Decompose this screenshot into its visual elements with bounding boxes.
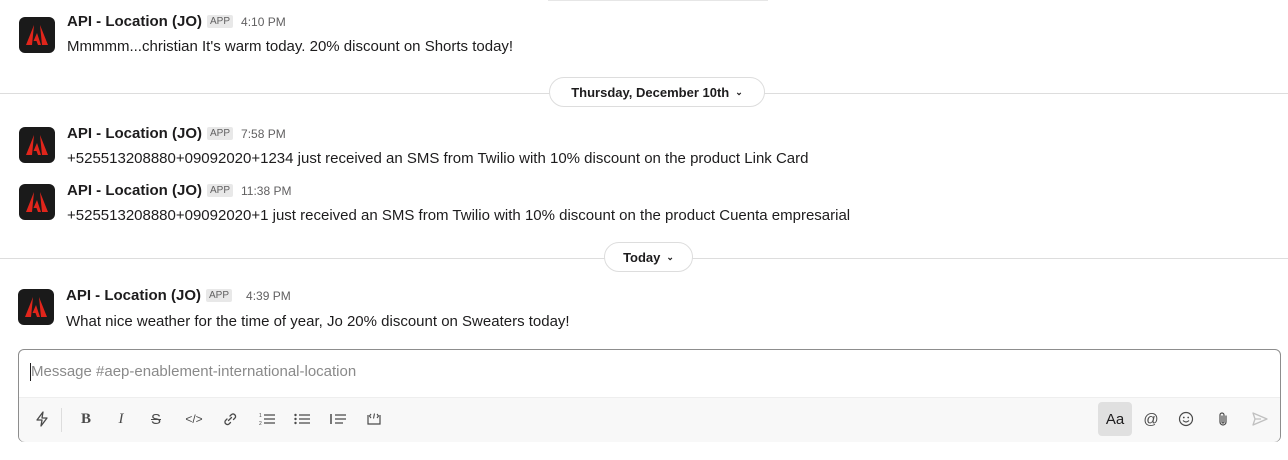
date-divider-button[interactable]: Today ⌄ [604,242,693,272]
sender-name[interactable]: API - Location (JO) [67,182,202,199]
sender-name[interactable]: API - Location (JO) [67,125,202,142]
adobe-logo-icon [26,135,48,155]
sender-name[interactable]: API - Location (JO) [67,13,202,30]
bulleted-list-icon[interactable] [287,404,317,434]
message-composer: Message #aep-enablement-international-lo… [18,349,1281,442]
strikethrough-icon[interactable]: S [141,404,171,434]
avatar[interactable] [19,127,55,163]
message-text: What nice weather for the time of year, … [66,313,570,330]
text-formatting-label: Aa [1105,410,1125,428]
app-badge: APP [207,15,234,28]
app-badge: APP [206,289,233,302]
adobe-logo-icon [26,25,48,45]
app-badge: APP [207,184,234,197]
link-icon[interactable] [215,404,245,434]
message-text: Mmmmm...christian It's warm today. 20% d… [67,38,514,55]
message-timestamp[interactable]: 4:39 PM [246,289,291,303]
date-divider-label: Thursday, December 10th [571,84,730,100]
attachment-icon[interactable] [1208,404,1238,434]
chevron-down-icon: ⌄ [666,251,674,262]
message-input[interactable]: Message #aep-enablement-international-lo… [19,350,1280,396]
blockquote-icon[interactable] [323,404,353,434]
message-input-placeholder: Message #aep-enablement-international-lo… [31,363,357,380]
chevron-down-icon: ⌄ [735,86,743,97]
avatar[interactable] [19,184,55,220]
send-icon[interactable] [1245,404,1275,434]
mention-icon[interactable]: @ [1136,404,1166,434]
svg-text:1: 1 [259,413,262,419]
message-item: API - Location (JO) APP 4:10 PM Mmmmm...… [0,0,1288,75]
svg-text:2: 2 [259,421,262,426]
date-divider-label: Today [623,249,661,265]
formatting-toolbar: B I S </> 12 Aa @ [19,397,1280,442]
code-block-icon[interactable] [359,404,389,434]
app-badge: APP [207,127,234,140]
message-text: +525513208880+09092020+1 just received a… [67,207,851,224]
ordered-list-icon[interactable]: 12 [252,404,282,434]
emoji-icon[interactable] [1171,404,1201,434]
message-timestamp[interactable]: 7:58 PM [241,127,286,141]
avatar[interactable] [19,17,55,53]
adobe-logo-icon [25,297,47,317]
adobe-logo-icon [26,192,48,212]
shortcuts-lightning-icon[interactable] [27,404,57,434]
bold-icon[interactable]: B [71,404,101,434]
toolbar-separator [61,408,62,432]
italic-icon[interactable]: I [106,404,136,434]
message-timestamp[interactable]: 11:38 PM [241,184,291,198]
date-divider-button[interactable]: Thursday, December 10th ⌄ [549,77,765,107]
message-timestamp[interactable]: 4:10 PM [241,15,286,29]
sender-name[interactable]: API - Location (JO) [66,287,201,304]
avatar[interactable] [18,289,54,325]
code-icon[interactable]: </> [179,404,209,434]
text-formatting-toggle[interactable]: Aa [1098,402,1132,436]
message-text: +525513208880+09092020+1234 just receive… [67,150,809,167]
